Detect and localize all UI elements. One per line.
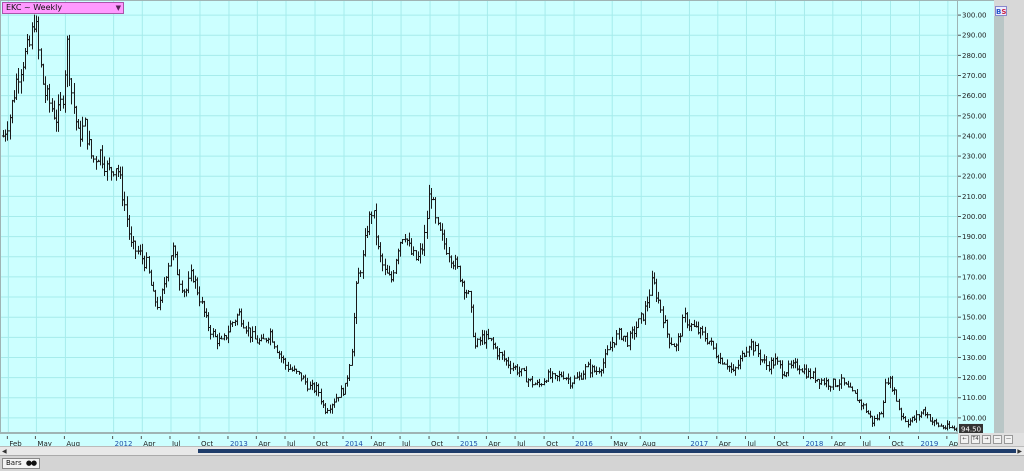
binoculars-icon: ●● [25,459,37,467]
price-tick-label: 110.00 [962,394,987,402]
price-tick-label: 140.00 [962,334,987,342]
symbol-selector[interactable]: EKC ~ Weekly ▼ [2,2,124,14]
chevron-down-icon: ▼ [115,4,121,12]
scrollbar-thumb[interactable] [198,449,1016,453]
price-axis-labels: 100.00 110.00 120.00 130.00 140.00 150.00 160.… [958,12,987,422]
scroll-right-arrow-icon[interactable]: ▶ [1017,448,1022,455]
price-tick-label: 170.00 [962,273,987,281]
price-tick-label: 200.00 [962,213,987,221]
price-tick-label: 160.00 [962,294,987,302]
tab-bars[interactable]: Bars ●● [2,458,41,469]
price-scale-scrollbar[interactable] [994,16,1004,433]
time-scrollbar[interactable]: ◀ ▶ [0,446,1024,455]
price-tick-label: 290.00 [962,32,987,40]
price-tick-label: 260.00 [962,92,987,100]
price-chart-svg [1,1,957,432]
price-tick-label: 230.00 [962,153,987,161]
price-axis[interactable]: 100.00 110.00 120.00 130.00 140.00 150.00 160.… [958,0,994,434]
chart-window: EKC ~ Weekly ▼ 100.00 110.00 120.00 130.00 1… [0,0,1024,471]
price-tick-label: 130.00 [962,354,987,362]
price-tick-label: 220.00 [962,173,987,181]
price-tick-label: 300.00 [962,12,987,20]
zoom-out-button[interactable]: — [993,435,1002,444]
scroll-right-button[interactable]: → [982,435,991,444]
price-tick-label: 120.00 [962,374,987,382]
tab-bars-label: Bars [6,459,22,467]
price-tick-label: 250.00 [962,112,987,120]
time-axis-controls: ← T4 → — — [958,433,1024,446]
time-axis[interactable]: Feb May Aug 2012 Apr Jul Oct 2013 Apr Jul Oct 2014 A… [0,433,961,448]
price-tick-label: 190.00 [962,233,987,241]
price-tick-label: 270.00 [962,72,987,80]
price-chart-plot[interactable]: EKC ~ Weekly ▼ [0,0,958,433]
bottom-tab-bar: Bars ●● [0,455,1024,471]
price-tick-label: 210.00 [962,193,987,201]
price-tick-label: 280.00 [962,52,987,60]
price-axis-svg: 100.00 110.00 120.00 130.00 140.00 150.00 160.… [958,12,987,434]
price-tick-label: 180.00 [962,253,987,261]
gridlines [1,1,957,432]
zoom-fit-button[interactable]: — [1004,435,1013,444]
symbol-label: EKC ~ Weekly [6,3,63,12]
price-bars [2,14,957,432]
zoom-t4-button[interactable]: T4 [971,435,980,444]
price-tick-label: 100.00 [962,414,987,422]
scroll-left-button[interactable]: ← [960,435,969,444]
price-tick-label: 150.00 [962,314,987,322]
price-tick-label: 240.00 [962,132,987,140]
scroll-left-arrow-icon[interactable]: ◀ [2,448,7,455]
buy-sell-badge[interactable]: BS [995,6,1007,16]
sell-label: S [1001,8,1007,16]
